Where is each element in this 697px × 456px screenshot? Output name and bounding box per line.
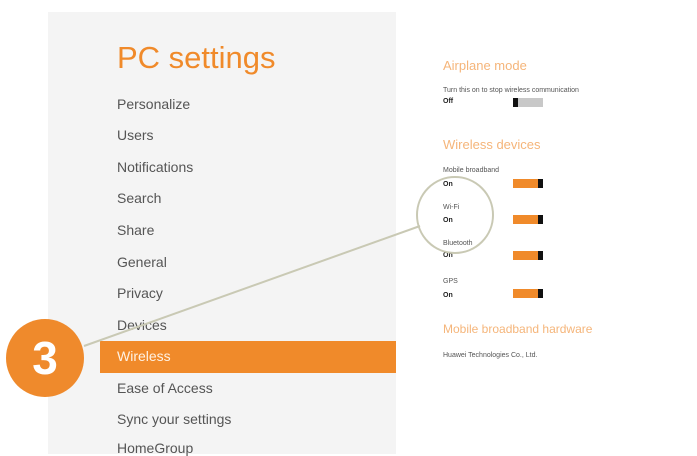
magnifier-circle [416, 176, 494, 254]
callout-pointer-line [83, 225, 421, 347]
step-number-badge: 3 [6, 319, 84, 397]
callout-graphic [83, 176, 494, 347]
